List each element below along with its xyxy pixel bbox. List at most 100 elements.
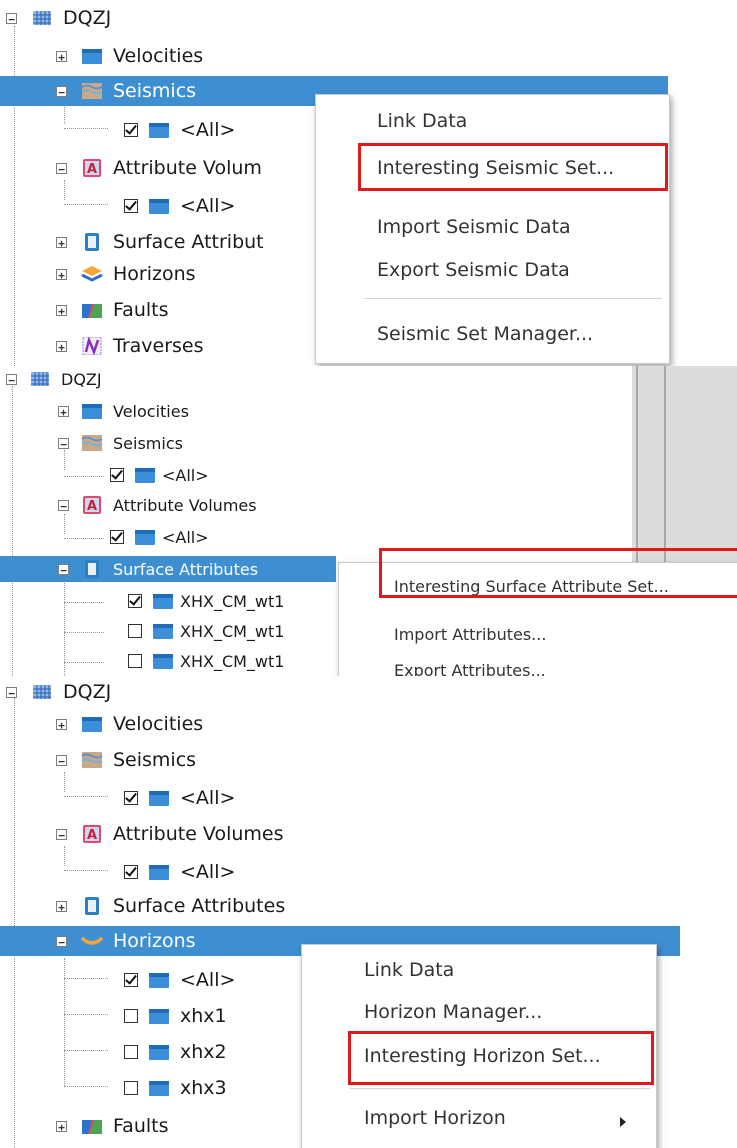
tree-item-label: <All>: [180, 195, 236, 217]
tree-item-velocities[interactable]: + Velocities: [56, 708, 203, 740]
checkbox-icon[interactable]: [124, 123, 138, 137]
tree-item-seismics[interactable]: − Seismics: [58, 430, 183, 456]
tree-item-horizon[interactable]: xhx3: [124, 1072, 227, 1104]
tree-item-faults[interactable]: + Faults: [56, 1110, 169, 1142]
tree-guide: [64, 796, 108, 797]
expand-icon[interactable]: +: [56, 268, 67, 281]
menu-item-export-attributes[interactable]: Export Attributes...: [394, 661, 546, 676]
tree-item-label: Velocities: [113, 401, 189, 421]
tree-item-attribute-volumes[interactable]: − A Attribute Volum: [56, 152, 262, 184]
checkbox-icon[interactable]: [124, 199, 138, 213]
tree-root[interactable]: − DQZJ: [6, 366, 102, 392]
expand-icon[interactable]: +: [56, 50, 67, 63]
tree-item-all[interactable]: <All>: [124, 856, 235, 888]
tree-guide: [64, 662, 104, 663]
tree-item-velocities[interactable]: + Velocities: [56, 40, 203, 72]
tree-item-velocities[interactable]: + Velocities: [58, 398, 189, 424]
tree-item-attribute-volumes[interactable]: − A Attribute Volumes: [56, 818, 284, 850]
tree-item-all[interactable]: <All>: [110, 524, 209, 550]
menu-item-seismic-set-manager[interactable]: Seismic Set Manager...: [377, 323, 593, 345]
checkbox-icon[interactable]: [124, 1081, 138, 1095]
menu-item-import-attributes[interactable]: Import Attributes...: [394, 625, 546, 644]
tree-item-all[interactable]: <All>: [124, 964, 235, 996]
tree-item-all[interactable]: <All>: [124, 190, 235, 222]
tree-item-surface-attributes[interactable]: + Surface Attributes: [56, 890, 285, 922]
collapse-icon[interactable]: −: [6, 373, 17, 386]
tree-item-label: Velocities: [113, 713, 204, 735]
checkbox-icon[interactable]: [124, 1045, 138, 1059]
tree-item-all[interactable]: <All>: [124, 114, 235, 146]
tree-item-attribute[interactable]: XHX_CM_wt1: [128, 588, 284, 614]
expand-icon[interactable]: +: [56, 304, 67, 317]
collapse-icon[interactable]: −: [56, 828, 67, 841]
tree-item-all[interactable]: <All>: [110, 462, 209, 488]
tree-guide: [64, 1014, 108, 1015]
attribute-volume-icon: A: [81, 825, 103, 843]
collapse-icon[interactable]: −: [6, 686, 17, 699]
menu-item-link-data[interactable]: Link Data: [377, 110, 467, 132]
tree-item-label: Attribute Volumes: [113, 495, 257, 515]
tree-item-surface-attributes[interactable]: + Surface Attribut: [56, 226, 264, 258]
tree-item-label: XHX_CM_wt1: [180, 621, 285, 641]
tree-root[interactable]: − DQZJ: [6, 2, 111, 34]
checkbox-icon[interactable]: [110, 468, 124, 482]
collapse-icon[interactable]: −: [58, 563, 69, 576]
tree-item-label: Surface Attribut: [113, 231, 264, 253]
checkbox-icon[interactable]: [110, 530, 124, 544]
faults-icon: [81, 1117, 103, 1135]
checkbox-icon[interactable]: [124, 865, 138, 879]
tree-item-all[interactable]: <All>: [124, 782, 235, 814]
checkbox-icon[interactable]: [124, 791, 138, 805]
checkbox-icon[interactable]: [124, 1009, 138, 1023]
tree-item-horizons[interactable]: + Horizons: [56, 258, 196, 290]
expand-icon[interactable]: +: [56, 236, 67, 249]
checkbox-icon[interactable]: [128, 624, 142, 638]
horizon-icon: [81, 265, 103, 283]
checkbox-icon[interactable]: [124, 973, 138, 987]
collapse-icon[interactable]: −: [56, 85, 67, 98]
tree-panel-surface-attributes: − DQZJ + Velocities − Seismics <All> − A…: [0, 366, 737, 676]
collapse-icon[interactable]: −: [56, 754, 67, 767]
checkbox-icon[interactable]: [128, 654, 142, 668]
collapse-icon[interactable]: −: [56, 162, 67, 175]
checkbox-icon[interactable]: [128, 594, 142, 608]
tree-item-label: Horizons: [113, 263, 196, 285]
menu-item-link-data[interactable]: Link Data: [364, 959, 454, 981]
tree-item-seismics[interactable]: − Seismics: [56, 75, 196, 107]
tree-item-attribute[interactable]: XHX_CM_wt1: [128, 618, 284, 644]
collapse-icon[interactable]: −: [6, 12, 17, 25]
faults-icon: [81, 301, 103, 319]
tree-item-horizons[interactable]: − Horizons: [56, 925, 196, 957]
menu-item-export-seismic-data[interactable]: Export Seismic Data: [377, 259, 570, 281]
tree-item-surface-attributes[interactable]: − Surface Attributes: [58, 556, 258, 582]
project-grid-icon: [31, 9, 53, 27]
expand-icon[interactable]: +: [56, 718, 67, 731]
background-panel: [632, 366, 737, 566]
tree-item-label: <All>: [180, 787, 236, 809]
tree-item-attribute[interactable]: XHX_CM_wt1: [128, 648, 284, 674]
tree-item-label: Velocities: [113, 45, 204, 67]
expand-icon[interactable]: +: [56, 340, 67, 353]
collapse-icon[interactable]: −: [56, 935, 67, 948]
tree-panel-horizons: − DQZJ + Velocities − Seismics <All> − A…: [0, 676, 737, 1148]
menu-item-import-seismic-data[interactable]: Import Seismic Data: [377, 216, 571, 238]
svg-text:A: A: [87, 499, 97, 514]
folder-icon: [152, 652, 173, 670]
menu-item-horizon-manager[interactable]: Horizon Manager...: [364, 1001, 542, 1023]
tree-root[interactable]: − DQZJ: [6, 676, 111, 708]
tree-item-seismics[interactable]: − Seismics: [56, 744, 196, 776]
menu-item-import-horizon[interactable]: Import Horizon: [364, 1107, 506, 1129]
tree-item-attribute-volumes[interactable]: − A Attribute Volumes: [58, 492, 257, 518]
tree-item-traverses[interactable]: + Traverses: [56, 330, 204, 362]
expand-icon[interactable]: +: [58, 405, 69, 418]
tree-item-horizon[interactable]: xhx2: [124, 1036, 227, 1068]
tree-item-horizon[interactable]: xhx1: [124, 1000, 227, 1032]
expand-icon[interactable]: +: [56, 900, 67, 913]
tree-item-label: Traverses: [113, 335, 204, 357]
expand-icon[interactable]: +: [56, 1120, 67, 1133]
collapse-icon[interactable]: −: [58, 499, 69, 512]
folder-icon: [148, 863, 170, 881]
tree-item-faults[interactable]: + Faults: [56, 294, 169, 326]
tree-guide: [14, 698, 15, 1148]
collapse-icon[interactable]: −: [58, 437, 69, 450]
